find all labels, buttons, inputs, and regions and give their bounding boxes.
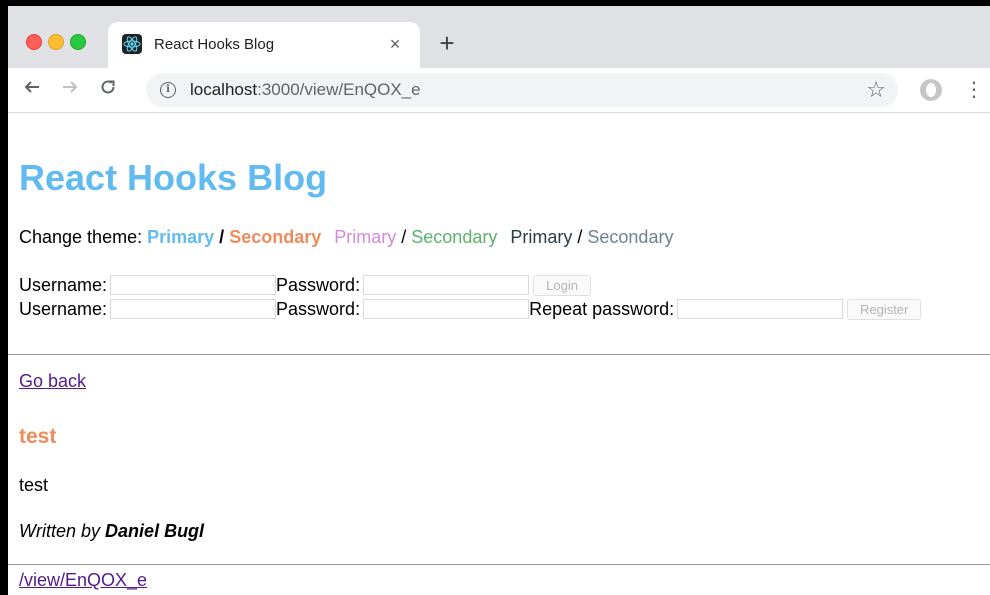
divider xyxy=(8,564,990,565)
register-repeat-label: Repeat password: xyxy=(529,298,675,319)
tab-title: React Hooks Blog xyxy=(154,36,275,53)
theme-2-secondary[interactable]: Secondary xyxy=(411,227,497,247)
theme-1-primary[interactable]: Primary xyxy=(147,227,214,247)
url-host: localhost xyxy=(190,80,258,99)
theme-3-primary[interactable]: Primary xyxy=(510,227,572,247)
maximize-window-button[interactable] xyxy=(70,34,86,50)
post-title: test xyxy=(19,425,57,448)
browser-toolbar: i localhost:3000/view/EnQOX_e ☆ ⋮ xyxy=(8,68,990,113)
register-username-input[interactable] xyxy=(110,299,277,319)
register-repeat-input[interactable] xyxy=(677,299,844,319)
theme-1-separator: / xyxy=(219,227,230,247)
theme-switcher: Change theme: Primary / Secondary Primar… xyxy=(19,227,673,248)
forward-arrow-icon[interactable] xyxy=(56,76,84,104)
page-content: React Hooks Blog Change theme: Primary /… xyxy=(8,113,990,595)
login-button[interactable]: Login xyxy=(533,274,592,296)
page-title: React Hooks Blog xyxy=(19,157,328,198)
theme-2-primary[interactable]: Primary xyxy=(334,227,396,247)
login-username-input[interactable] xyxy=(110,275,277,295)
theme-2-separator: / xyxy=(401,227,412,247)
post-content: test xyxy=(19,475,49,495)
register-username-label: Username: xyxy=(19,298,108,319)
tab-close-icon[interactable]: × xyxy=(384,33,406,55)
address-bar[interactable]: i localhost:3000/view/EnQOX_e ☆ xyxy=(146,73,898,107)
theme-1-secondary[interactable]: Secondary xyxy=(229,227,321,247)
new-tab-button[interactable]: + xyxy=(432,30,462,60)
profile-icon[interactable] xyxy=(920,79,942,101)
close-window-button[interactable] xyxy=(26,34,42,50)
post-path-link[interactable]: /view/EnQOX_e xyxy=(19,570,147,591)
login-username-label: Username: xyxy=(19,274,108,295)
url-path: :3000/view/EnQOX_e xyxy=(257,80,421,99)
register-password-input[interactable] xyxy=(363,299,530,319)
register-password-label: Password: xyxy=(276,298,361,319)
tab-strip: React Hooks Blog × + xyxy=(8,6,990,68)
back-arrow-icon[interactable] xyxy=(18,76,46,104)
star-icon[interactable]: ☆ xyxy=(866,77,886,103)
login-password-input[interactable] xyxy=(363,275,530,295)
browser-window: React Hooks Blog × + i localhost:3000/vi… xyxy=(8,6,990,595)
theme-3-secondary[interactable]: Secondary xyxy=(587,227,673,247)
theme-3-separator: / xyxy=(577,227,588,247)
info-icon[interactable]: i xyxy=(160,82,176,98)
post-byline: Written by Daniel Bugl xyxy=(19,521,204,542)
reload-icon[interactable] xyxy=(94,76,122,104)
divider xyxy=(8,354,990,355)
theme-label: Change theme: xyxy=(19,227,143,247)
url-text[interactable]: localhost:3000/view/EnQOX_e xyxy=(190,80,421,100)
go-back-link[interactable]: Go back xyxy=(19,371,86,392)
minimize-window-button[interactable] xyxy=(48,34,64,50)
login-password-label: Password: xyxy=(276,274,361,295)
react-logo-icon xyxy=(122,34,142,54)
byline-prefix: Written by xyxy=(19,521,101,541)
menu-icon[interactable]: ⋮ xyxy=(964,78,984,102)
login-form: Username: Password: Login xyxy=(19,273,592,297)
post-author: Daniel Bugl xyxy=(105,521,205,541)
register-form: Username: Password: Repeat password: Reg… xyxy=(19,297,922,321)
register-button[interactable]: Register xyxy=(847,298,922,320)
tab-react-hooks-blog[interactable]: React Hooks Blog × xyxy=(108,22,420,68)
